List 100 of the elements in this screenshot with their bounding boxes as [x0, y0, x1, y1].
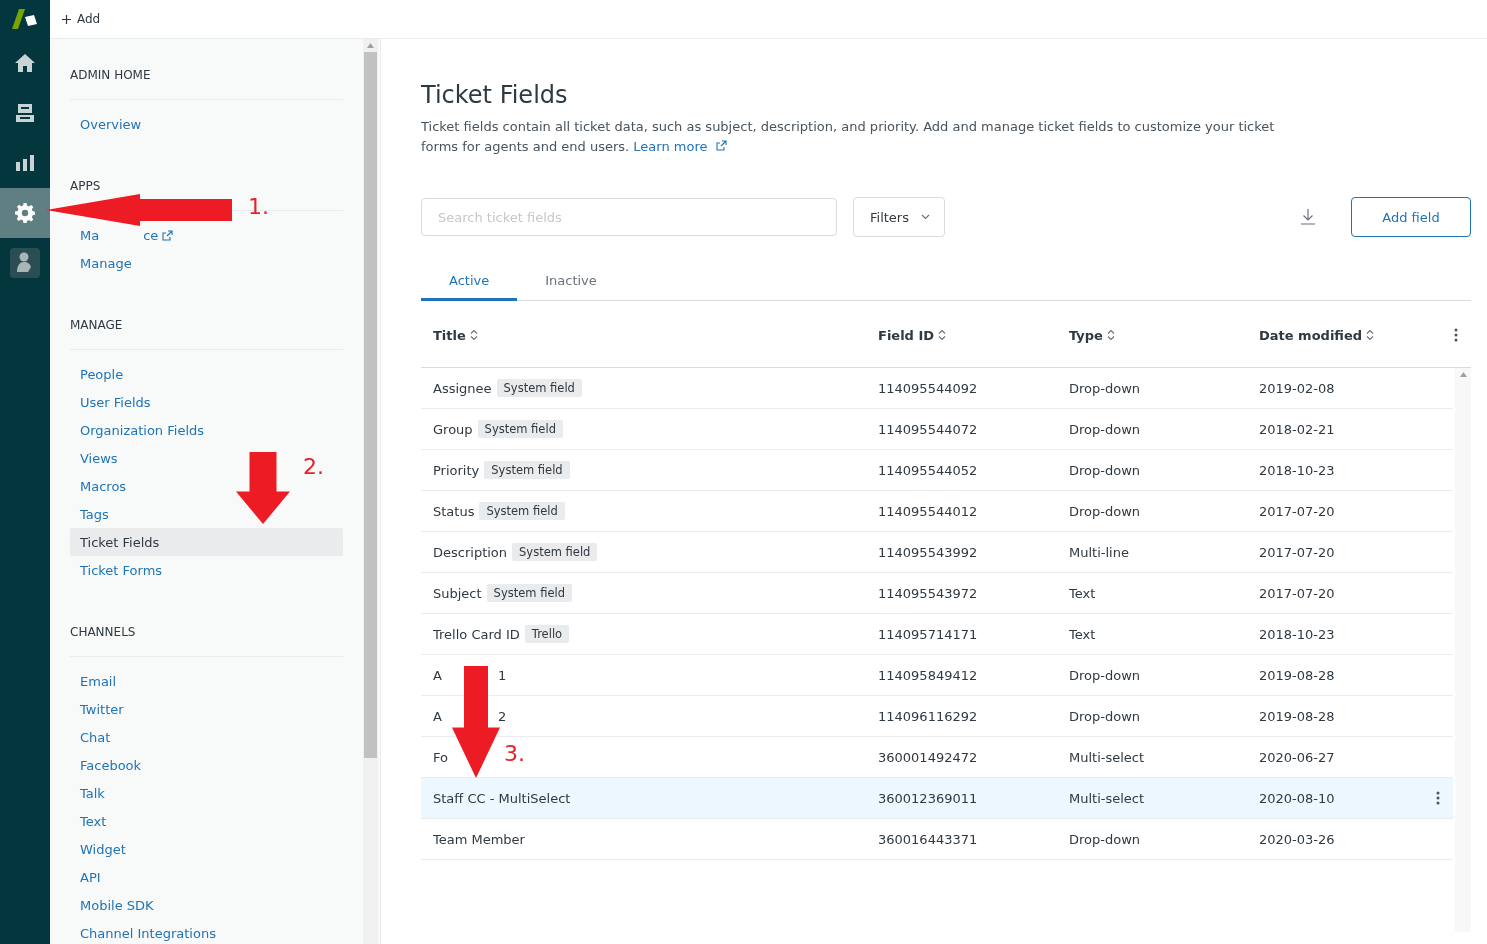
sidebar-link[interactable]: Chat — [70, 729, 117, 745]
table-cell-text: 2020-06-27 — [1258, 749, 1336, 765]
field-title: A — [433, 667, 442, 683]
sidebar-link[interactable]: Mobile SDK — [70, 897, 160, 913]
table-cell-text: Drop-down — [1068, 503, 1142, 519]
sidebar-link[interactable]: Manage — [70, 255, 138, 271]
scroll-up-icon[interactable] — [1459, 372, 1467, 377]
table-cell-text: 2017-07-20 — [1258, 544, 1336, 560]
column-header[interactable]: Date modified — [1259, 327, 1363, 343]
sidebar-link[interactable]: Views — [70, 450, 124, 466]
row-menu-icon[interactable] — [1436, 791, 1440, 805]
table-cell-text: 2019-02-08 — [1258, 380, 1336, 396]
sidebar-link[interactable]: Overview — [70, 116, 148, 132]
table-cell-text: 114095544012 — [877, 503, 979, 519]
sort-icon[interactable] — [469, 329, 478, 341]
table-row[interactable]: Subject System field 114095543972 Text 2017-07-20 — [421, 573, 1453, 614]
column-header[interactable]: Field ID — [878, 327, 935, 343]
table-row[interactable]: Description System field 114095543992 Multi-line 2017-07-20 — [421, 532, 1453, 573]
table-cell-text: 114095544072 — [877, 421, 979, 437]
table-row[interactable]: Status System field 114095544012 Drop-down 2017-07-20 — [421, 491, 1453, 532]
table-cell-text: Multi-select — [1068, 749, 1146, 765]
table-cell-text: Multi-line — [1068, 544, 1130, 560]
sidebar-link[interactable]: Widget — [70, 841, 132, 857]
field-title: Assignee — [433, 380, 492, 396]
field-tag: System field — [512, 543, 598, 561]
annotation-label: 3. — [504, 741, 525, 766]
more-options-icon[interactable] — [1454, 328, 1458, 342]
tab[interactable]: Inactive — [517, 273, 625, 301]
scrollbar[interactable] — [1455, 368, 1471, 932]
table-cell-text: 360001492472 — [877, 749, 979, 765]
sidebar-link[interactable]: Facebook — [70, 757, 148, 773]
table-cell-text: 114095544092 — [877, 380, 979, 396]
table-row[interactable]: Staff CC - MultiSelect 360012369011 Multi-select 2020-08-10 — [421, 778, 1453, 819]
table-cell-text: 114095543972 — [877, 585, 979, 601]
sidebar-link[interactable]: Macros — [70, 478, 133, 494]
table-cell-text: 114095849412 — [877, 667, 979, 683]
sidebar-link[interactable]: Ma ce — [70, 227, 180, 243]
section-heading: MANAGE — [70, 317, 343, 350]
table-row[interactable]: Group System field 114095544072 Drop-down 2018-02-21 — [421, 409, 1453, 450]
chevron-down-icon — [920, 214, 930, 220]
sidebar-link[interactable]: Ticket Fields — [70, 528, 343, 556]
column-header[interactable]: Type — [1069, 327, 1103, 343]
table-cell-text: 360016443371 — [877, 831, 979, 847]
table-cell-text: Drop-down — [1068, 380, 1142, 396]
table-cell-text: 360012369011 — [877, 790, 979, 806]
add-field-button[interactable]: Add field — [1351, 197, 1471, 237]
table-cell-text: 2020-03-26 — [1258, 831, 1336, 847]
page-title: Ticket Fields — [421, 81, 569, 109]
field-tag: System field — [484, 461, 570, 479]
table-row[interactable]: Team Member 360016443371 Drop-down 2020-03-26 — [421, 819, 1453, 860]
add-button[interactable]: Add — [62, 12, 101, 26]
field-title: 2 — [497, 708, 507, 724]
field-title: Description — [433, 544, 508, 560]
external-link-icon — [715, 140, 727, 151]
table-cell-text: Drop-down — [1068, 708, 1142, 724]
table-cell-text: 114096116292 — [877, 708, 979, 724]
scrollbar-thumb[interactable] — [364, 52, 377, 758]
field-title: Staff CC - MultiSelect — [433, 790, 571, 806]
sidebar-link[interactable]: Text — [70, 813, 113, 829]
scroll-up-icon[interactable] — [367, 43, 374, 48]
field-tag: System field — [496, 379, 582, 397]
scrollbar[interactable] — [363, 39, 378, 944]
learn-more-link[interactable]: Learn more — [633, 139, 727, 154]
sidebar-link[interactable]: Talk — [70, 785, 111, 801]
sidebar-link[interactable]: Channel Integrations — [70, 925, 222, 941]
table-cell-text: 2018-10-23 — [1258, 462, 1336, 478]
sort-icon[interactable] — [1366, 329, 1375, 341]
field-title: Priority — [433, 462, 480, 478]
table-cell-text: 2018-02-21 — [1258, 421, 1336, 437]
sidebar-link[interactable]: Organization Fields — [70, 422, 211, 438]
table-row[interactable]: Assignee System field 114095544092 Drop-down 2019-02-08 — [421, 368, 1453, 409]
table-cell-text: 2020-08-10 — [1258, 790, 1336, 806]
sidebar-link[interactable]: Twitter — [70, 701, 130, 717]
sort-icon[interactable] — [938, 329, 947, 341]
sidebar-link[interactable]: API — [70, 869, 107, 885]
sidebar-link[interactable]: User Fields — [70, 394, 157, 410]
sidebar-link[interactable]: People — [70, 366, 130, 382]
download-icon[interactable] — [1301, 209, 1315, 225]
filters-dropdown[interactable]: Filters — [853, 197, 945, 237]
sidebar-link[interactable]: Tags — [70, 506, 115, 522]
sort-icon[interactable] — [1106, 329, 1115, 341]
table-cell-text: 2017-07-20 — [1258, 585, 1336, 601]
user-icon — [10, 248, 40, 278]
column-header[interactable]: Title — [433, 327, 466, 343]
table-cell-text: Drop-down — [1068, 462, 1142, 478]
sidebar-link[interactable]: Email — [70, 673, 123, 689]
search-field[interactable]: Search ticket fields — [421, 198, 837, 236]
table-cell-text: 2019-08-28 — [1258, 667, 1336, 683]
field-title: Fo — [433, 749, 448, 765]
annotation-arrow — [236, 452, 290, 524]
field-title: Subject — [433, 585, 482, 601]
table-cell-text: 2018-10-23 — [1258, 626, 1336, 642]
table-cell-text: Multi-select — [1068, 790, 1146, 806]
tab[interactable]: Active — [421, 273, 518, 301]
sidebar-link[interactable]: Ticket Forms — [70, 562, 169, 578]
table-cell-text: Text — [1068, 585, 1097, 601]
field-title: Group — [433, 421, 473, 437]
table-row[interactable]: Priority System field 114095544052 Drop-down 2018-10-23 — [421, 450, 1453, 491]
table-row[interactable]: Trello Card ID Trello 114095714171 Text 2018-10-23 — [421, 614, 1453, 655]
field-tag: System field — [479, 502, 565, 520]
